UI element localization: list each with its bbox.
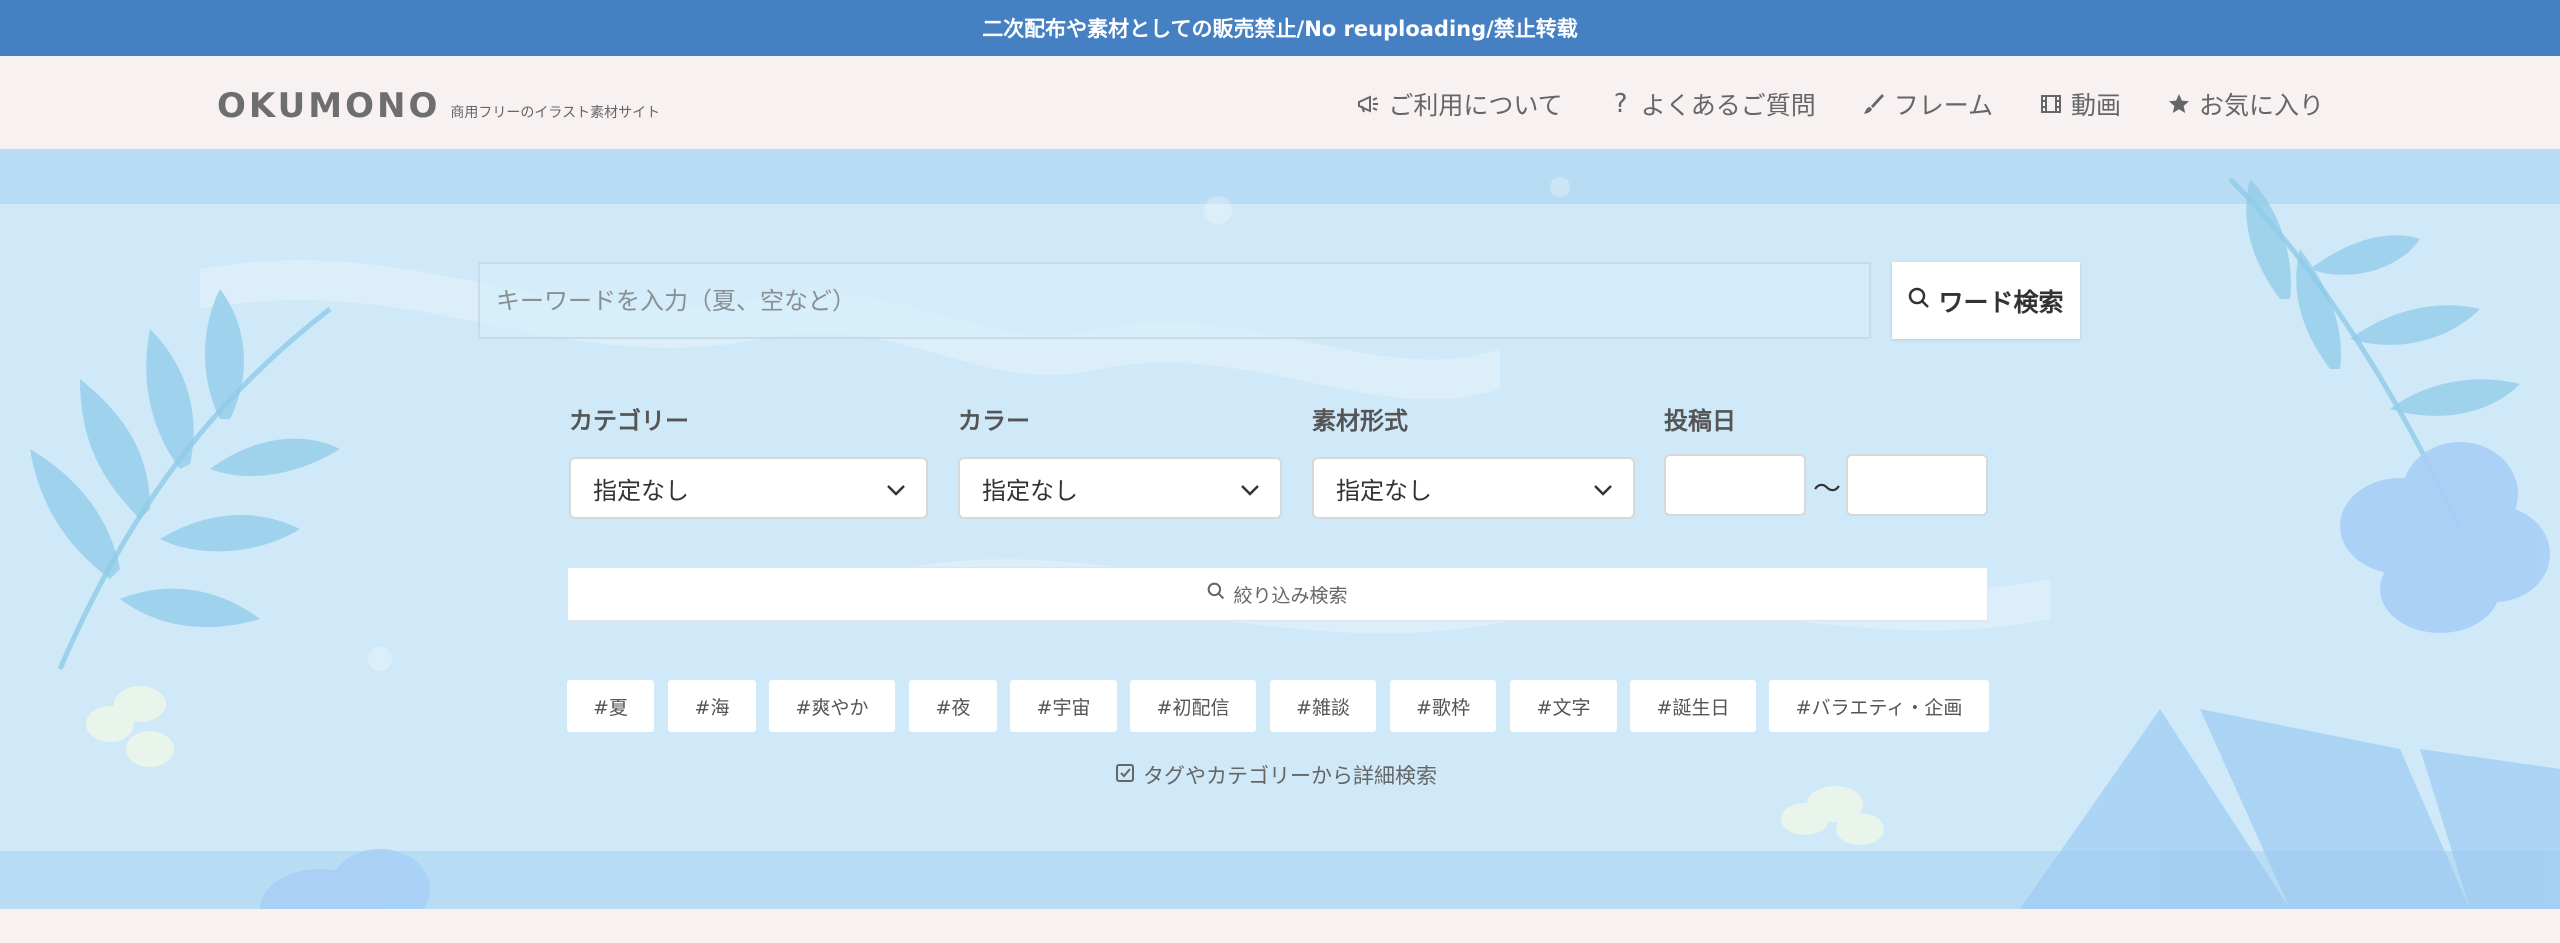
format-label: 素材形式	[1312, 407, 1408, 435]
nav-item-label: フレーム	[1893, 91, 1993, 120]
nav-item-label: お気に入り	[2198, 91, 2324, 120]
brush-icon	[1862, 92, 1886, 116]
date-from-input[interactable]	[1664, 454, 1806, 516]
category-select-value: 指定なし	[593, 476, 689, 505]
logo[interactable]: OKUMONO 商用フリーのイラスト素材サイト	[217, 86, 660, 126]
tag-chip[interactable]: #誕生日	[1630, 680, 1756, 732]
detail-search-link[interactable]: タグやカテゴリーから詳細検索	[1115, 760, 1437, 790]
checkbox-icon	[1115, 763, 1135, 788]
nav-item-video[interactable]: 動画	[2039, 86, 2121, 122]
narrow-search-label: 絞り込み検索	[1233, 585, 1348, 607]
format-select[interactable]: 指定なし	[1312, 457, 1635, 519]
nav-item-label: よくあるご質問	[1640, 91, 1816, 120]
category-label: カテゴリー	[569, 407, 689, 435]
narrow-search-button[interactable]: 絞り込み検索	[567, 567, 1988, 621]
notice-bar: 二次配布や素材としての販売禁止/No reuploading/禁止转载	[0, 0, 2560, 56]
nav-item-label: ご利用について	[1388, 91, 1563, 120]
search-icon	[1908, 286, 1930, 315]
tag-chip[interactable]: #夜	[909, 680, 997, 732]
color-select[interactable]: 指定なし	[958, 457, 1282, 519]
search-icon	[1207, 582, 1225, 606]
nav-item-label: 動画	[2070, 91, 2121, 120]
tag-chip[interactable]: #海	[668, 680, 756, 732]
tag-chip[interactable]: #宇宙	[1010, 680, 1117, 732]
megaphone-icon	[1356, 92, 1380, 116]
site-header: OKUMONO 商用フリーのイラスト素材サイト ご利用について ? よくあるご質…	[0, 56, 2560, 149]
detail-search-label: タグやカテゴリーから詳細検索	[1143, 764, 1437, 788]
nav-item-frame[interactable]: フレーム	[1862, 86, 1993, 122]
search-input[interactable]	[478, 262, 1871, 339]
word-search-button[interactable]: ワード検索	[1892, 262, 2080, 339]
word-search-label: ワード検索	[1938, 287, 2064, 317]
notice-text: 二次配布や素材としての販売禁止/No reuploading/禁止转载	[982, 17, 1578, 41]
tag-chip[interactable]: #初配信	[1130, 680, 1256, 732]
tag-chip[interactable]: #歌枠	[1390, 680, 1496, 732]
chevron-down-icon	[886, 474, 906, 502]
nav-item-faq[interactable]: ? よくあるご質問	[1609, 86, 1816, 122]
film-icon	[2039, 92, 2063, 116]
star-icon	[2167, 92, 2191, 116]
color-label: カラー	[958, 407, 1030, 435]
tag-chip[interactable]: #夏	[567, 680, 654, 732]
tag-chip[interactable]: #雑談	[1270, 680, 1376, 732]
main-nav: ご利用について ? よくあるご質問 フレーム 動画 お気に入り	[1356, 86, 2324, 122]
date-to-input[interactable]	[1846, 454, 1988, 516]
color-select-value: 指定なし	[982, 476, 1078, 505]
chevron-down-icon	[1240, 474, 1260, 502]
question-icon: ?	[1613, 89, 1628, 119]
logo-text: OKUMONO	[217, 86, 441, 126]
date-label: 投稿日	[1664, 407, 1736, 435]
nav-item-usage[interactable]: ご利用について	[1356, 86, 1563, 122]
nav-item-favorites[interactable]: お気に入り	[2167, 86, 2324, 122]
hero-search-area: ワード検索 カテゴリー 指定なし カラー 指定なし 素材形式 指定なし 投稿日 …	[0, 149, 2560, 909]
logo-tagline: 商用フリーのイラスト素材サイト	[450, 105, 661, 121]
format-select-value: 指定なし	[1336, 476, 1432, 505]
tag-chip[interactable]: #文字	[1510, 680, 1617, 732]
date-separator: 〜	[1813, 472, 1842, 505]
category-select[interactable]: 指定なし	[569, 457, 928, 519]
chevron-down-icon	[1593, 474, 1613, 502]
tag-chip[interactable]: #爽やか	[769, 680, 895, 732]
tag-chip[interactable]: #バラエティ・企画	[1769, 680, 1989, 732]
